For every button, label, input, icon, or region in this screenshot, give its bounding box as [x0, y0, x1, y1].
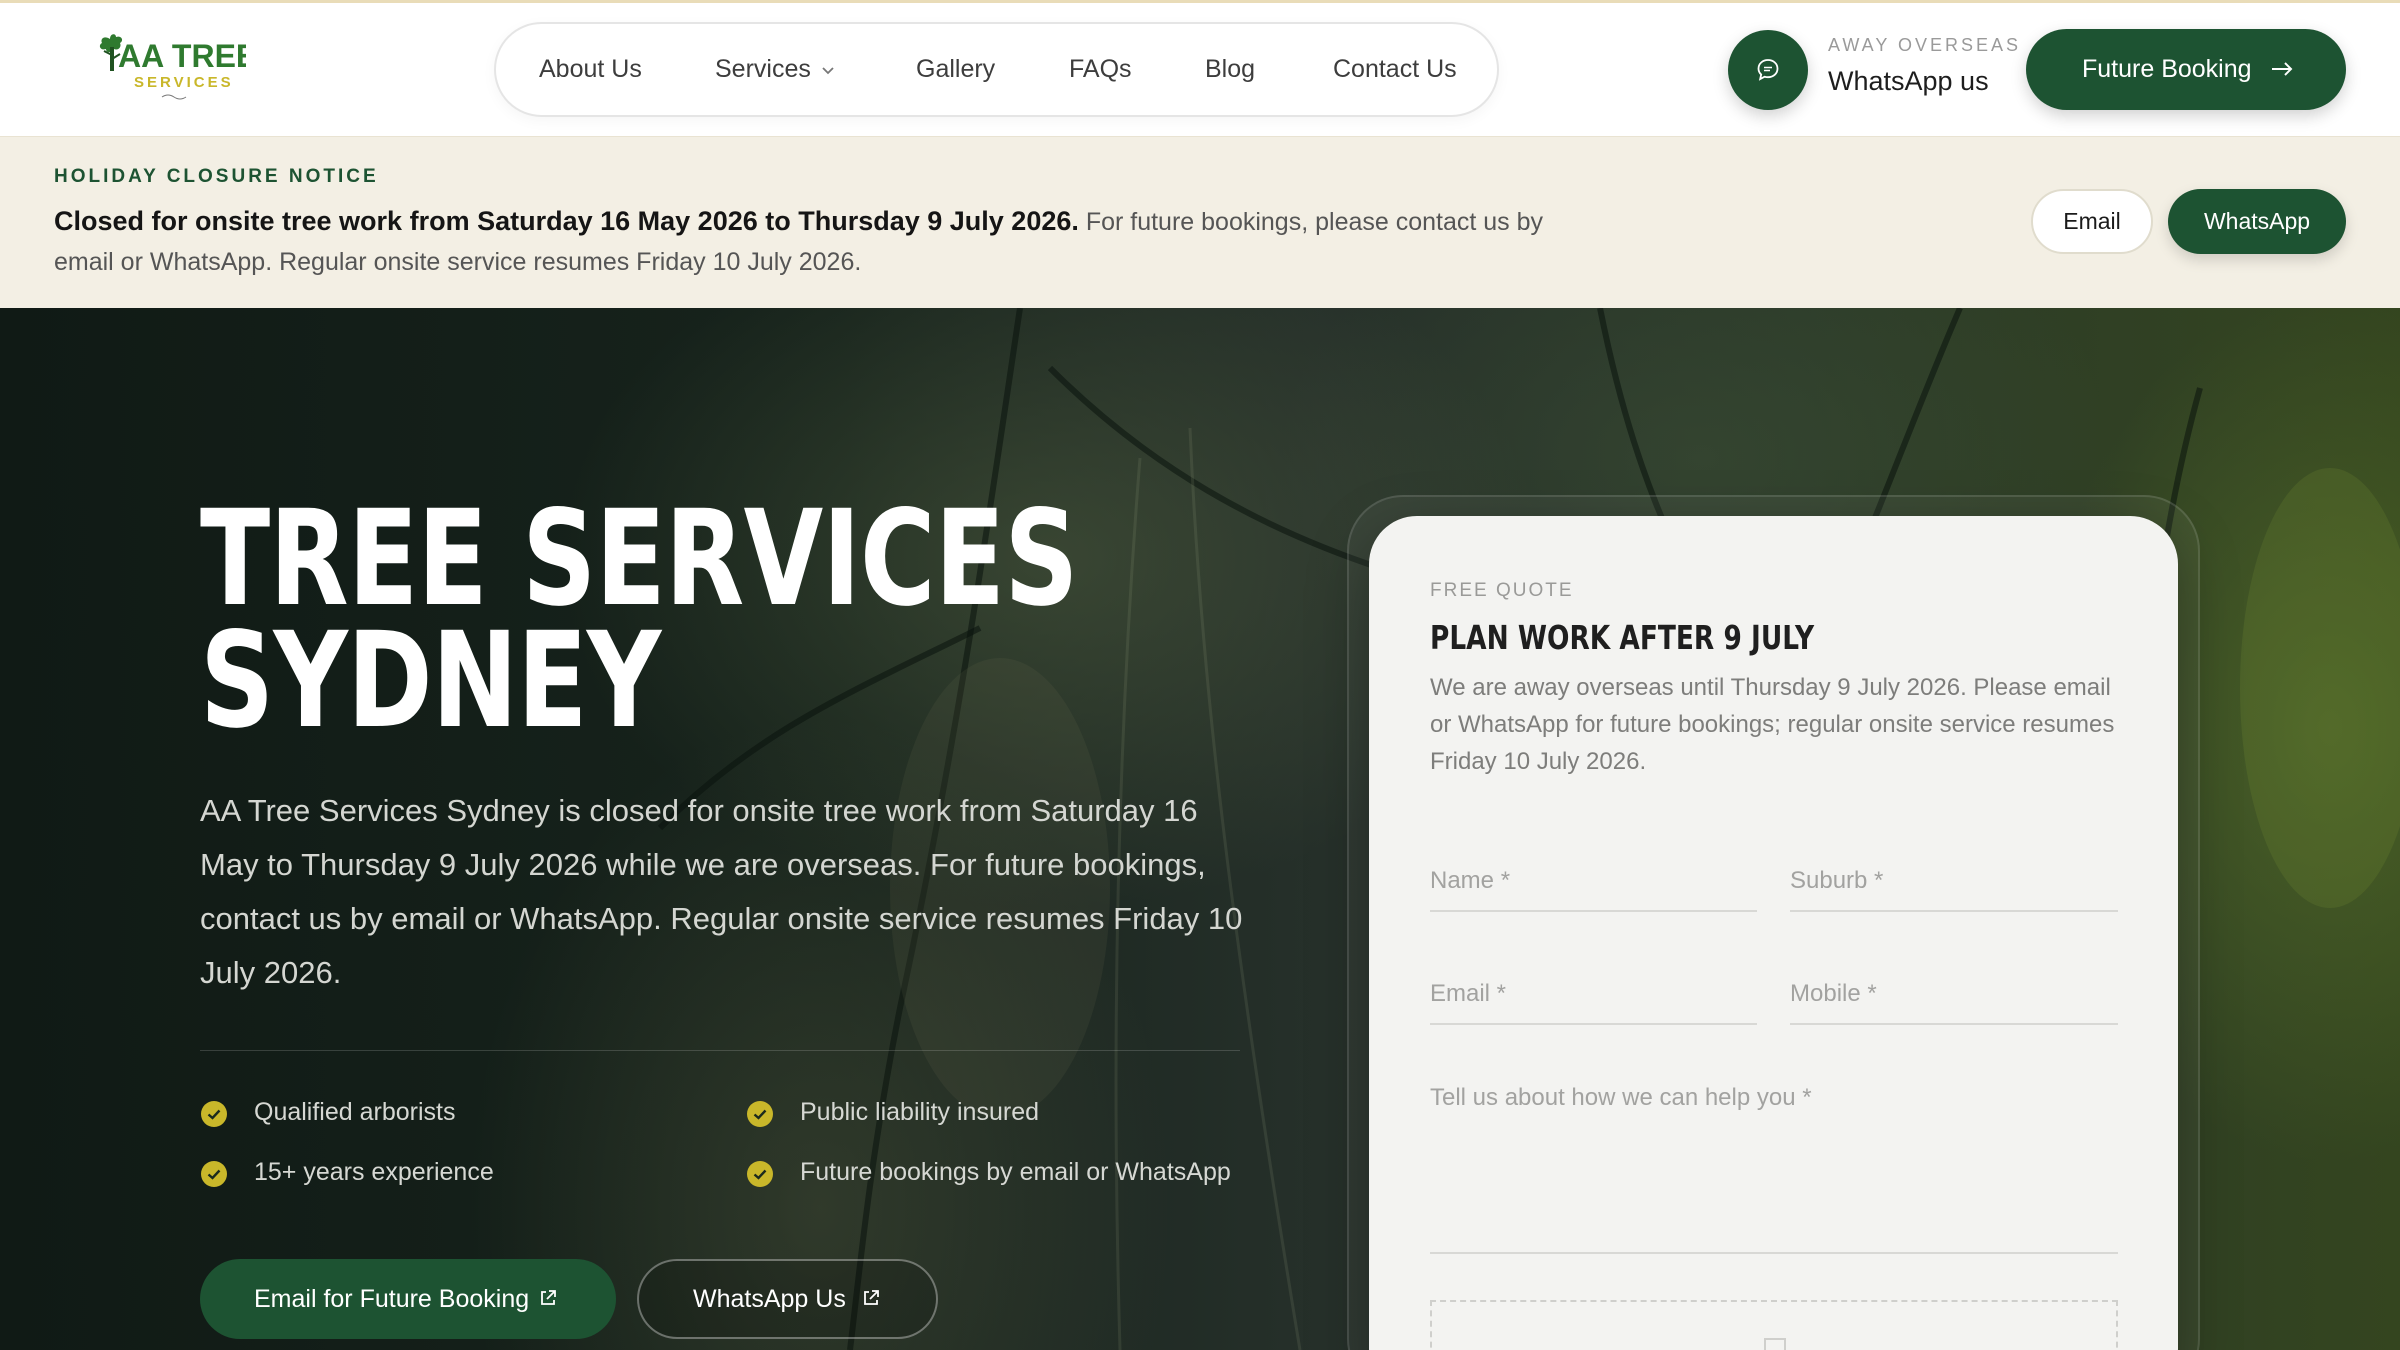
whatsapp-circle-button[interactable]	[1728, 30, 1808, 110]
whatsapp-us-link[interactable]: WhatsApp us	[1828, 66, 1989, 97]
captcha-checkbox[interactable]	[1764, 1338, 1786, 1350]
svg-text:SERVICES: SERVICES	[134, 74, 234, 91]
external-link-icon	[864, 1290, 879, 1305]
hero-description: AA Tree Services Sydney is closed for on…	[200, 793, 1243, 990]
mobile-input[interactable]	[1790, 965, 2118, 1023]
form-eyebrow: FREE QUOTE	[1430, 580, 1574, 601]
hero-title: TREE SERVICES SYDNEY	[200, 482, 1078, 758]
suburb-input[interactable]	[1790, 852, 2118, 910]
notice-eyebrow: HOLIDAY CLOSURE NOTICE	[54, 166, 379, 187]
email-future-booking-label: Email for Future Booking	[254, 1285, 530, 1313]
svg-text:AA TREE: AA TREE	[118, 38, 246, 74]
hero-divider	[200, 1050, 1240, 1051]
notice-whatsapp-button[interactable]: WhatsApp	[2168, 189, 2346, 254]
nav-services-label: Services	[715, 55, 811, 83]
hero-section: TREE SERVICES SYDNEY AA Tree Services Sy…	[0, 308, 2400, 1350]
site-logo[interactable]: AA TREE SERVICES	[96, 25, 257, 111]
free-quote-form: FREE QUOTE PLAN WORK AFTER 9 JULY We are…	[1369, 516, 2178, 1350]
nav-about-us[interactable]: About Us	[539, 24, 642, 115]
captcha-widget[interactable]	[1430, 1300, 2118, 1350]
message-textarea[interactable]	[1430, 1078, 2118, 1252]
main-nav: About Us Services Gallery FAQs Blog Cont…	[494, 22, 1499, 117]
mobile-field-wrap	[1790, 965, 2118, 1025]
check-circle-icon	[747, 1161, 773, 1187]
feature-label: Public liability insured	[800, 1098, 1040, 1126]
logo-tree-icon: AA TREE SERVICES	[99, 34, 257, 100]
check-circle-icon	[201, 1161, 227, 1187]
chevron-down-icon	[819, 61, 837, 79]
external-link-icon	[541, 1290, 556, 1305]
site-header: AA TREE SERVICES About Us Services Galle…	[0, 0, 2400, 136]
check-circle-icon	[747, 1101, 773, 1127]
chat-bubble-icon	[1757, 59, 1779, 81]
message-field-wrap	[1430, 1078, 2118, 1254]
hero-title-line-1: TREE SERVICES	[200, 482, 1078, 636]
name-input[interactable]	[1430, 852, 1757, 910]
email-input[interactable]	[1430, 965, 1757, 1023]
notice-email-button[interactable]: Email	[2031, 189, 2153, 254]
away-overseas-label: AWAY OVERSEAS	[1828, 35, 2022, 55]
check-circle-icon	[201, 1101, 227, 1127]
future-booking-label: Future Booking	[2082, 55, 2252, 83]
whatsapp-us-label: WhatsApp Us	[693, 1285, 846, 1313]
form-title: PLAN WORK AFTER 9 JULY	[1430, 618, 1815, 657]
future-booking-button[interactable]: Future Booking	[2026, 29, 2346, 110]
whatsapp-us-button[interactable]: WhatsApp Us	[637, 1259, 938, 1339]
feature-label: Qualified arborists	[254, 1098, 456, 1126]
email-future-booking-button[interactable]: Email for Future Booking	[200, 1259, 616, 1339]
name-field-wrap	[1430, 852, 1757, 912]
arrow-right-icon	[2272, 62, 2293, 76]
nav-faqs[interactable]: FAQs	[1069, 24, 1132, 115]
hero-title-line-2: SYDNEY	[200, 604, 661, 758]
form-description: We are away overseas until Thursday 9 Ju…	[1430, 674, 2115, 775]
holiday-notice-bar: HOLIDAY CLOSURE NOTICE Closed for onsite…	[0, 136, 2400, 308]
nav-contact-us[interactable]: Contact Us	[1333, 24, 1457, 115]
suburb-field-wrap	[1790, 852, 2118, 912]
notice-text: Closed for onsite tree work from Saturda…	[54, 201, 1554, 282]
nav-services[interactable]: Services	[715, 24, 837, 115]
nav-blog[interactable]: Blog	[1205, 24, 1255, 115]
nav-gallery[interactable]: Gallery	[916, 24, 995, 115]
feature-label: 15+ years experience	[254, 1158, 494, 1186]
email-field-wrap	[1430, 965, 1757, 1025]
feature-label: Future bookings by email or WhatsApp	[800, 1158, 1231, 1186]
notice-bold-text: Closed for onsite tree work from Saturda…	[54, 206, 1079, 236]
